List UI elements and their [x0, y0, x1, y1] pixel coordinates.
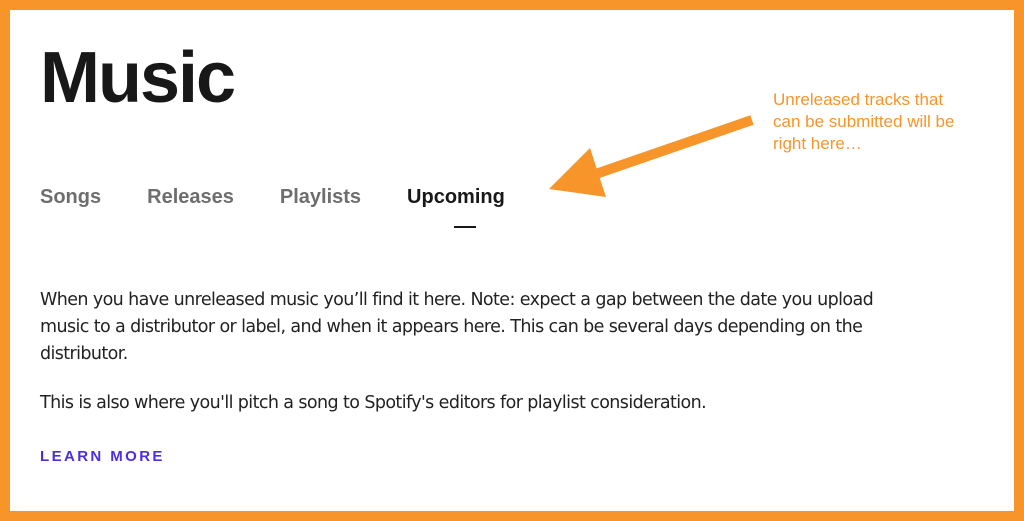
- annotation-arrow-icon: [549, 115, 754, 197]
- arrow-head: [549, 148, 606, 197]
- arrow-shaft: [588, 115, 754, 181]
